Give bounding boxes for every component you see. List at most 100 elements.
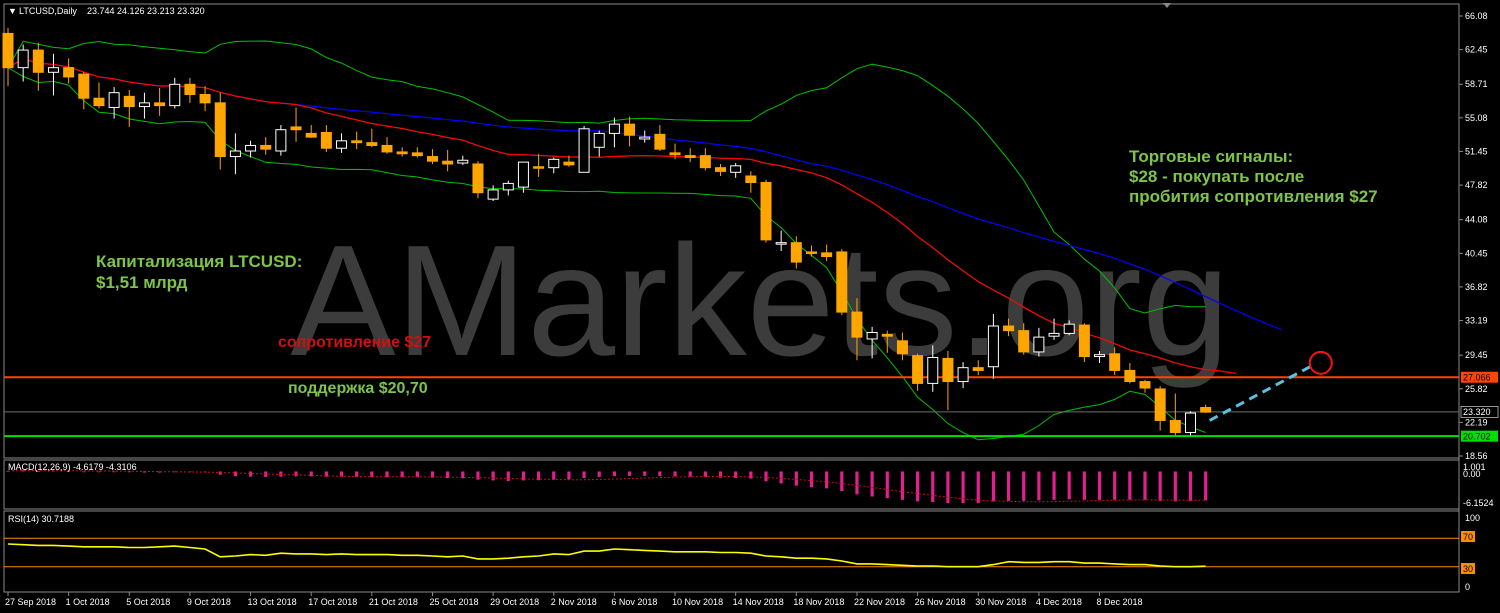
svg-text:23.320: 23.320 (1463, 407, 1491, 417)
candle-bull (957, 367, 969, 383)
rsi-tick-0: 0 (1465, 582, 1470, 592)
candle-bear (290, 126, 302, 131)
candle-bear (654, 133, 666, 150)
candle-bull (138, 102, 150, 108)
macd-bar (673, 471, 677, 477)
date-label: 14 Nov 2018 (733, 597, 784, 607)
capitalization-title: Капитализация LTCUSD: (96, 252, 302, 271)
macd-tick-zero: 0.00 (1463, 469, 1481, 479)
date-label: 29 Oct 2018 (490, 597, 539, 607)
svg-text:20.702: 20.702 (1463, 431, 1491, 441)
candle-bear (411, 152, 423, 157)
macd-bar (294, 471, 298, 477)
macd-bar (809, 471, 814, 488)
price-tick-label: 36.82 (1465, 282, 1488, 292)
macd-bar (218, 471, 222, 475)
candle-bear (1018, 330, 1030, 353)
candle-bear (881, 333, 893, 337)
candle-bull (487, 189, 499, 200)
candle-bull (17, 49, 29, 69)
candle-bear (2, 32, 14, 69)
date-label: 26 Nov 2018 (915, 597, 966, 607)
macd-bar (825, 471, 829, 489)
candle-bull (47, 67, 59, 73)
candle-bear (199, 94, 211, 104)
signals-line-1: $28 - покупать после (1129, 167, 1304, 186)
macd-bar (764, 471, 768, 482)
candle-bear (32, 49, 44, 73)
date-label: 6 Nov 2018 (611, 597, 657, 607)
macd-bar (1067, 471, 1071, 500)
candle-bull (517, 161, 529, 188)
macd-bar (976, 471, 980, 504)
candle-bear (760, 181, 772, 241)
macd-bar (643, 471, 647, 476)
date-label: 13 Oct 2018 (248, 597, 297, 607)
ohlc-values: 23.744 24.126 23.213 23.320 (87, 6, 205, 16)
candle-bear (669, 152, 681, 156)
date-label: 5 Oct 2018 (126, 597, 170, 607)
candle-bear (366, 142, 378, 146)
candle-bear (563, 161, 575, 166)
candle-bull (1184, 412, 1196, 433)
macd-bar (749, 471, 753, 479)
macd-bar (1082, 471, 1086, 500)
rsi-title: RSI(14) 30.7188 (8, 514, 74, 524)
macd-bar (248, 471, 253, 477)
candle-bear (93, 97, 105, 107)
candle-bull (548, 158, 560, 169)
candle-bear (790, 242, 802, 263)
candle-bull (608, 123, 620, 134)
candle-bull (730, 165, 742, 173)
price-label-support: 20.702 (1461, 430, 1498, 442)
macd-bar (931, 471, 935, 502)
candle-bull (275, 129, 287, 152)
candle-bear (1003, 325, 1015, 332)
candle-bull (593, 132, 605, 148)
candle-bull (1033, 336, 1045, 353)
candle-bull (457, 159, 469, 164)
candle-bear (533, 166, 545, 169)
macd-bar (991, 471, 995, 502)
macd-bar (506, 471, 510, 481)
date-label: 18 Nov 2018 (793, 597, 844, 607)
date-label: 25 Oct 2018 (429, 597, 478, 607)
date-label: 10 Nov 2018 (672, 597, 723, 607)
date-label: 21 Oct 2018 (369, 597, 418, 607)
candle-bear (745, 175, 757, 183)
macd-bar (582, 471, 586, 478)
macd-bar (370, 471, 374, 477)
symbol-label: LTCUSD,Daily (19, 6, 77, 16)
chart-menu-icon[interactable]: ▼ (8, 6, 17, 16)
candle-bear (396, 151, 408, 155)
price-tick-label: 44.08 (1465, 215, 1488, 225)
macd-bar (946, 471, 950, 504)
signals-title: Торговые сигналы: (1129, 147, 1293, 166)
macd-bar (1037, 471, 1041, 501)
macd-bar (1006, 471, 1011, 501)
macd-bar (779, 471, 783, 484)
candle-bear (154, 102, 166, 107)
candle-bull (1094, 354, 1106, 358)
candle-bear (836, 251, 848, 313)
macd-bar (355, 471, 359, 477)
macd-title: MACD(12,26,9) -4.6179 -4.3106 (8, 462, 137, 472)
price-tick-label: 40.45 (1465, 248, 1488, 258)
date-label: 9 Oct 2018 (187, 597, 231, 607)
candle-bear (1078, 324, 1090, 358)
macd-bar (1052, 471, 1056, 500)
candle-bull (1048, 332, 1060, 337)
macd-bar (840, 471, 844, 492)
date-label: 22 Nov 2018 (854, 597, 905, 607)
date-label: 17 Oct 2018 (308, 597, 357, 607)
price-tick-label: 18.56 (1465, 451, 1488, 461)
candle-bear (184, 83, 196, 96)
price-tick-label: 47.82 (1465, 180, 1488, 190)
macd-bar (1128, 471, 1132, 500)
candle-bear (442, 160, 454, 165)
candle-bear (1109, 353, 1121, 371)
candle-bear (351, 140, 363, 144)
trading-chart: AMarkets.org 66.08 62.45 58.71 55.08 51.45 47… (0, 0, 1500, 613)
macd-bar (1113, 471, 1117, 500)
candle-bull (866, 331, 878, 340)
